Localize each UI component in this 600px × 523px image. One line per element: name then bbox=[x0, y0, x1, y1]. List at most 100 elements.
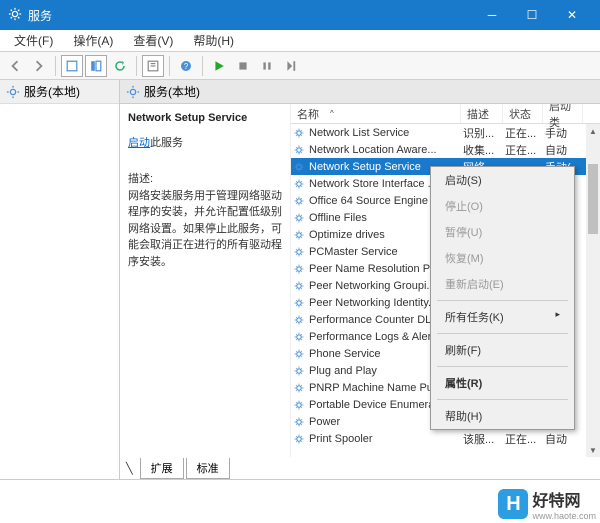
properties-button[interactable] bbox=[142, 55, 164, 77]
context-menu-item: 恢复(M) bbox=[431, 245, 574, 271]
scroll-thumb[interactable] bbox=[588, 164, 598, 234]
gear-icon bbox=[291, 229, 307, 241]
col-name[interactable]: 名称^ bbox=[291, 104, 461, 123]
context-menu-item[interactable]: 帮助(H) bbox=[431, 403, 574, 429]
service-row[interactable]: Print Spooler该服...正在...自动 bbox=[291, 430, 600, 447]
cell-name: Network Location Aware... bbox=[307, 144, 461, 156]
menu-separator bbox=[437, 300, 568, 301]
gear-icon bbox=[291, 212, 307, 224]
window-titlebar: 服务 ─ ☐ ✕ bbox=[0, 0, 600, 30]
cell-desc: 收集... bbox=[461, 142, 503, 158]
menu-separator bbox=[437, 333, 568, 334]
cell-startup: 自动 bbox=[543, 142, 583, 158]
toolbar-btn-2[interactable] bbox=[85, 55, 107, 77]
menu-separator bbox=[437, 366, 568, 367]
right-pane: 服务(本地) Network Setup Service 启动此服务 描述: 网… bbox=[120, 80, 600, 479]
cell-name: Print Spooler bbox=[307, 433, 461, 445]
watermark-logo: H bbox=[498, 489, 528, 519]
cell-startup: 手动 bbox=[543, 125, 583, 141]
menu-file[interactable]: 文件(F) bbox=[4, 30, 63, 51]
gear-icon bbox=[291, 433, 307, 445]
gear-icon bbox=[291, 399, 307, 411]
right-header: 服务(本地) bbox=[120, 80, 600, 104]
gear-icon bbox=[291, 314, 307, 326]
cell-desc: 该服... bbox=[461, 431, 503, 447]
tab-extended[interactable]: 扩展 bbox=[140, 458, 184, 479]
watermark: H 好特网 www.haote.com bbox=[498, 487, 596, 521]
left-tree-pane: 服务(本地) bbox=[0, 80, 120, 479]
refresh-button[interactable] bbox=[109, 55, 131, 77]
context-menu-item[interactable]: 刷新(F) bbox=[431, 337, 574, 363]
gear-icon bbox=[291, 416, 307, 428]
context-menu-item: 停止(O) bbox=[431, 193, 574, 219]
start-service-link[interactable]: 启动 bbox=[128, 137, 150, 149]
gear-icon bbox=[291, 127, 307, 139]
back-button[interactable] bbox=[4, 55, 26, 77]
context-menu-item[interactable]: 属性(R) bbox=[431, 370, 574, 396]
cell-desc: 识别... bbox=[461, 125, 503, 141]
context-menu-item: 暂停(U) bbox=[431, 219, 574, 245]
context-menu-item[interactable]: 启动(S) bbox=[431, 167, 574, 193]
gear-icon bbox=[291, 382, 307, 394]
pause-service-button[interactable] bbox=[256, 55, 278, 77]
list-header: 名称^ 描述 状态 启动类 bbox=[291, 104, 600, 124]
watermark-url: www.haote.com bbox=[532, 511, 596, 521]
description-text: 网络安装服务用于管理网络驱动程序的安装，并允许配置低级别网络设置。如果停止此服务… bbox=[128, 188, 282, 271]
tab-standard[interactable]: 标准 bbox=[186, 458, 230, 479]
service-info-panel: Network Setup Service 启动此服务 描述: 网络安装服务用于… bbox=[120, 104, 290, 457]
toolbar-btn-1[interactable] bbox=[61, 55, 83, 77]
close-button[interactable]: ✕ bbox=[552, 0, 592, 30]
maximize-button[interactable]: ☐ bbox=[512, 0, 552, 30]
context-menu-item: 重新启动(E) bbox=[431, 271, 574, 297]
service-row[interactable]: Network List Service识别...正在...手动 bbox=[291, 124, 600, 141]
forward-button[interactable] bbox=[28, 55, 50, 77]
start-suffix: 此服务 bbox=[150, 137, 183, 149]
start-service-button[interactable] bbox=[208, 55, 230, 77]
menu-separator bbox=[437, 399, 568, 400]
cell-status: 正在... bbox=[503, 142, 543, 158]
scroll-down-icon[interactable]: ▼ bbox=[586, 443, 600, 457]
left-tree-header[interactable]: 服务(本地) bbox=[0, 80, 119, 104]
gear-icon bbox=[291, 161, 307, 173]
gear-icon bbox=[291, 348, 307, 360]
col-startup[interactable]: 启动类 bbox=[543, 104, 583, 123]
scroll-up-icon[interactable]: ▲ bbox=[586, 124, 600, 138]
menubar: 文件(F) 操作(A) 查看(V) 帮助(H) bbox=[0, 30, 600, 52]
description-label: 描述: bbox=[128, 171, 282, 188]
col-status[interactable]: 状态 bbox=[503, 104, 543, 123]
context-menu: 启动(S)停止(O)暂停(U)恢复(M)重新启动(E) 所有任务(K) 刷新(F) 属… bbox=[430, 166, 575, 430]
vertical-scrollbar[interactable]: ▲ ▼ bbox=[586, 124, 600, 457]
cell-startup: 自动 bbox=[543, 431, 583, 447]
gear-icon bbox=[291, 263, 307, 275]
gear-icon bbox=[291, 365, 307, 377]
main-body: 服务(本地) 服务(本地) Network Setup Service 启动此服… bbox=[0, 80, 600, 480]
watermark-text: 好特网 bbox=[532, 493, 580, 510]
gear-icon bbox=[291, 297, 307, 309]
cell-status: 正在... bbox=[503, 125, 543, 141]
gear-icon bbox=[291, 195, 307, 207]
gear-icon bbox=[291, 331, 307, 343]
cell-status: 正在... bbox=[503, 431, 543, 447]
stop-service-button[interactable] bbox=[232, 55, 254, 77]
gear-icon bbox=[291, 178, 307, 190]
gear-icon bbox=[8, 7, 22, 24]
restart-service-button[interactable] bbox=[280, 55, 302, 77]
menu-help[interactable]: 帮助(H) bbox=[183, 30, 244, 51]
window-title: 服务 bbox=[28, 7, 52, 24]
menu-view[interactable]: 查看(V) bbox=[123, 30, 183, 51]
left-header-label: 服务(本地) bbox=[24, 83, 80, 100]
help-button[interactable]: ? bbox=[175, 55, 197, 77]
svg-text:?: ? bbox=[184, 62, 189, 71]
gear-icon bbox=[6, 85, 20, 99]
gear-icon bbox=[126, 85, 140, 99]
context-menu-item[interactable]: 所有任务(K) bbox=[431, 304, 574, 330]
bottom-tabs: ╲ 扩展 标准 bbox=[120, 457, 600, 479]
service-name-title: Network Setup Service bbox=[128, 110, 282, 127]
col-desc[interactable]: 描述 bbox=[461, 104, 503, 123]
toolbar: ? bbox=[0, 52, 600, 80]
menu-action[interactable]: 操作(A) bbox=[63, 30, 123, 51]
cell-name: Network List Service bbox=[307, 127, 461, 139]
gear-icon bbox=[291, 280, 307, 292]
minimize-button[interactable]: ─ bbox=[472, 0, 512, 30]
service-row[interactable]: Network Location Aware...收集...正在...自动 bbox=[291, 141, 600, 158]
